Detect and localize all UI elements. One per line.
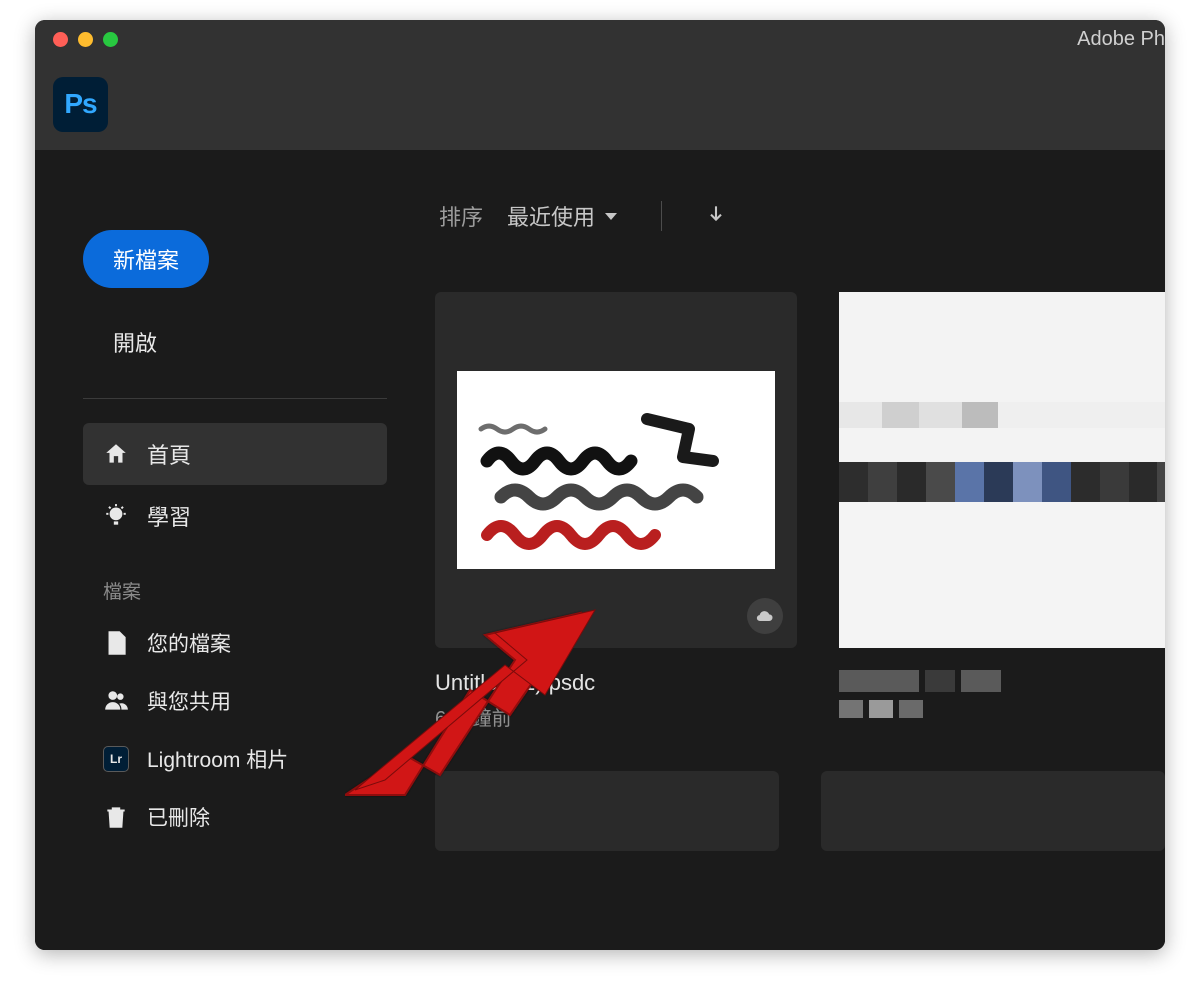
document-icon	[103, 630, 129, 656]
nav-learn[interactable]: 學習	[83, 485, 387, 547]
file-card[interactable]	[839, 292, 1165, 731]
nav-lightroom[interactable]: Lr Lightroom 相片	[83, 730, 387, 788]
file-time: 6 分鐘前	[435, 702, 797, 731]
nav-section: 首頁 學習	[83, 423, 387, 547]
nav-home[interactable]: 首頁	[83, 423, 387, 485]
file-thumbnail	[435, 292, 797, 648]
thumbnail-canvas	[457, 371, 775, 569]
app-header: Ps	[35, 58, 1165, 150]
window-controls	[35, 32, 118, 47]
sort-label: 排序	[439, 200, 483, 232]
thumbnail-artwork	[457, 371, 775, 569]
file-time-obscured	[839, 700, 1165, 718]
file-name: Untitled (1).psdc	[435, 670, 797, 696]
files-grid: Untitled (1).psdc 6 分鐘前	[435, 292, 1165, 731]
lightroom-icon: Lr	[103, 746, 129, 772]
nav-label: 已刪除	[147, 802, 210, 832]
nav-label: 您的檔案	[147, 628, 231, 658]
file-meta-obscured	[839, 670, 1165, 692]
thumbnail-mosaic	[839, 292, 1165, 648]
files-grid-row	[435, 771, 1165, 851]
nav-label: 學習	[147, 500, 191, 532]
file-thumbnail	[839, 292, 1165, 648]
cloud-icon	[755, 606, 775, 626]
files-section-label: 檔案	[103, 577, 387, 604]
nav-label: 與您共用	[147, 686, 231, 716]
app-logo[interactable]: Ps	[53, 77, 108, 132]
nav-label: 首頁	[147, 438, 191, 470]
separator	[661, 201, 662, 231]
sort-mode-value: 最近使用	[507, 200, 595, 232]
people-icon	[103, 688, 129, 714]
nav-your-files[interactable]: 您的檔案	[83, 614, 387, 672]
content-area: 新檔案 開啟 首頁	[35, 150, 1165, 950]
titlebar: Adobe Ph	[35, 20, 1165, 58]
app-window: Adobe Ph Ps 新檔案 開啟 首頁	[35, 20, 1165, 950]
sort-mode-dropdown[interactable]: 最近使用	[507, 200, 617, 232]
sidebar: 新檔案 開啟 首頁	[35, 150, 435, 950]
minimize-window-button[interactable]	[78, 32, 93, 47]
file-card[interactable]	[821, 771, 1165, 851]
sort-direction-button[interactable]	[706, 203, 726, 229]
window-title: Adobe Ph	[1077, 28, 1165, 51]
file-card[interactable]: Untitled (1).psdc 6 分鐘前	[435, 292, 797, 731]
nav-shared[interactable]: 與您共用	[83, 672, 387, 730]
lightbulb-icon	[103, 503, 129, 529]
home-icon	[103, 441, 129, 467]
arrow-down-icon	[706, 203, 726, 223]
new-file-button[interactable]: 新檔案	[83, 230, 209, 288]
divider	[83, 398, 387, 399]
sort-bar: 排序 最近使用	[435, 200, 1165, 232]
chevron-down-icon	[605, 213, 617, 220]
main-panel: 排序 最近使用	[435, 150, 1165, 950]
cloud-badge	[747, 598, 783, 634]
trash-icon	[103, 804, 129, 830]
file-card[interactable]	[435, 771, 779, 851]
close-window-button[interactable]	[53, 32, 68, 47]
open-button[interactable]: 開啟	[83, 326, 387, 358]
maximize-window-button[interactable]	[103, 32, 118, 47]
nav-label: Lightroom 相片	[147, 744, 288, 774]
nav-deleted[interactable]: 已刪除	[83, 788, 387, 846]
